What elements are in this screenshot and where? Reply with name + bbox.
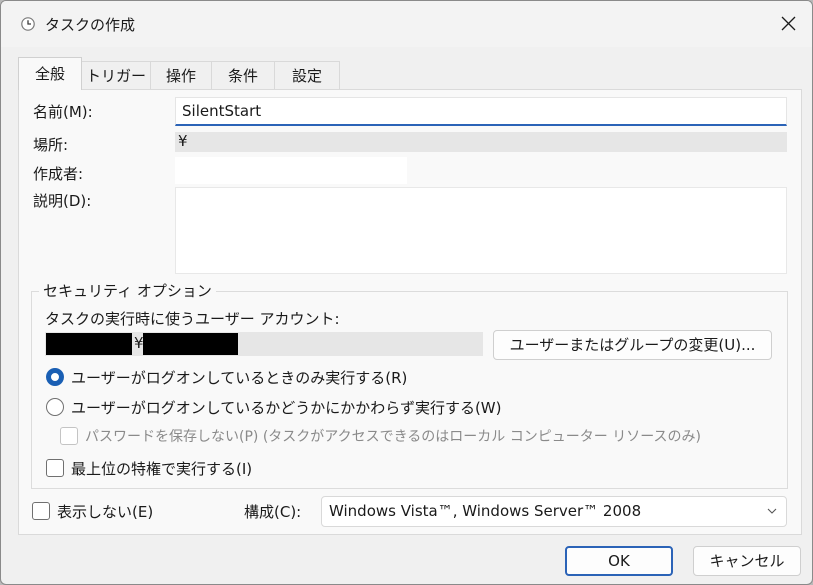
name-label: 名前(M): <box>33 103 93 121</box>
name-input[interactable]: SilentStart <box>175 97 787 126</box>
redacted-domain <box>46 333 132 355</box>
run-only-when-logged-on-label[interactable]: ユーザーがログオンしているときのみ実行する(R) <box>71 367 407 388</box>
location-label: 場所: <box>33 136 69 154</box>
redacted-username <box>143 333 238 355</box>
chevron-down-icon <box>767 508 777 514</box>
task-scheduler-clock-icon <box>21 17 35 31</box>
location-value: ¥ <box>178 132 188 150</box>
cancel-button[interactable]: キャンセル <box>693 546 801 576</box>
change-user-or-group-button[interactable]: ユーザーまたはグループの変更(U)... <box>493 330 772 360</box>
run-as-account-label: タスクの実行時に使うユーザー アカウント: <box>45 310 340 328</box>
location-field: ¥ <box>175 132 787 152</box>
description-textarea[interactable] <box>175 187 787 274</box>
run-whether-logged-on-label[interactable]: ユーザーがログオンしているかどうかにかかわらず実行する(W) <box>71 397 502 418</box>
author-field <box>175 157 407 184</box>
configure-for-dropdown[interactable]: Windows Vista™, Windows Server™ 2008 <box>321 496 787 527</box>
tab-triggers[interactable]: トリガー <box>81 61 151 89</box>
close-icon <box>781 16 796 31</box>
configure-for-value: Windows Vista™, Windows Server™ 2008 <box>329 502 642 520</box>
create-task-dialog: タスクの作成 トリガー 操作 条件 設定 全般 名前(M): SilentSta… <box>0 0 813 585</box>
tab-settings[interactable]: 設定 <box>274 61 340 89</box>
run-whether-logged-on-radio[interactable] <box>46 398 64 416</box>
hidden-checkbox[interactable] <box>32 502 50 520</box>
ok-button[interactable]: OK <box>565 546 673 576</box>
description-label: 説明(D): <box>33 192 92 210</box>
configure-for-label: 構成(C): <box>244 503 302 521</box>
author-label: 作成者: <box>33 165 84 183</box>
tab-general[interactable]: 全般 <box>18 57 82 90</box>
window-title: タスクの作成 <box>45 16 136 34</box>
run-with-highest-privileges-label[interactable]: 最上位の特権で実行する(I) <box>71 458 252 479</box>
do-not-store-password-checkbox <box>60 427 78 445</box>
security-options-title: セキュリティ オプション <box>39 280 216 301</box>
name-input-value: SilentStart <box>182 102 262 120</box>
do-not-store-password-label: パスワードを保存しない(P) (タスクがアクセスできるのはローカル コンピュータ… <box>85 429 701 445</box>
close-button[interactable] <box>765 1 812 47</box>
run-only-when-logged-on-radio[interactable] <box>46 368 64 386</box>
hidden-label[interactable]: 表示しない(E) <box>57 501 153 522</box>
tab-conditions[interactable]: 条件 <box>211 61 275 89</box>
title-bar[interactable]: タスクの作成 <box>1 1 812 47</box>
run-with-highest-privileges-checkbox[interactable] <box>46 459 64 477</box>
tab-actions[interactable]: 操作 <box>150 61 212 89</box>
